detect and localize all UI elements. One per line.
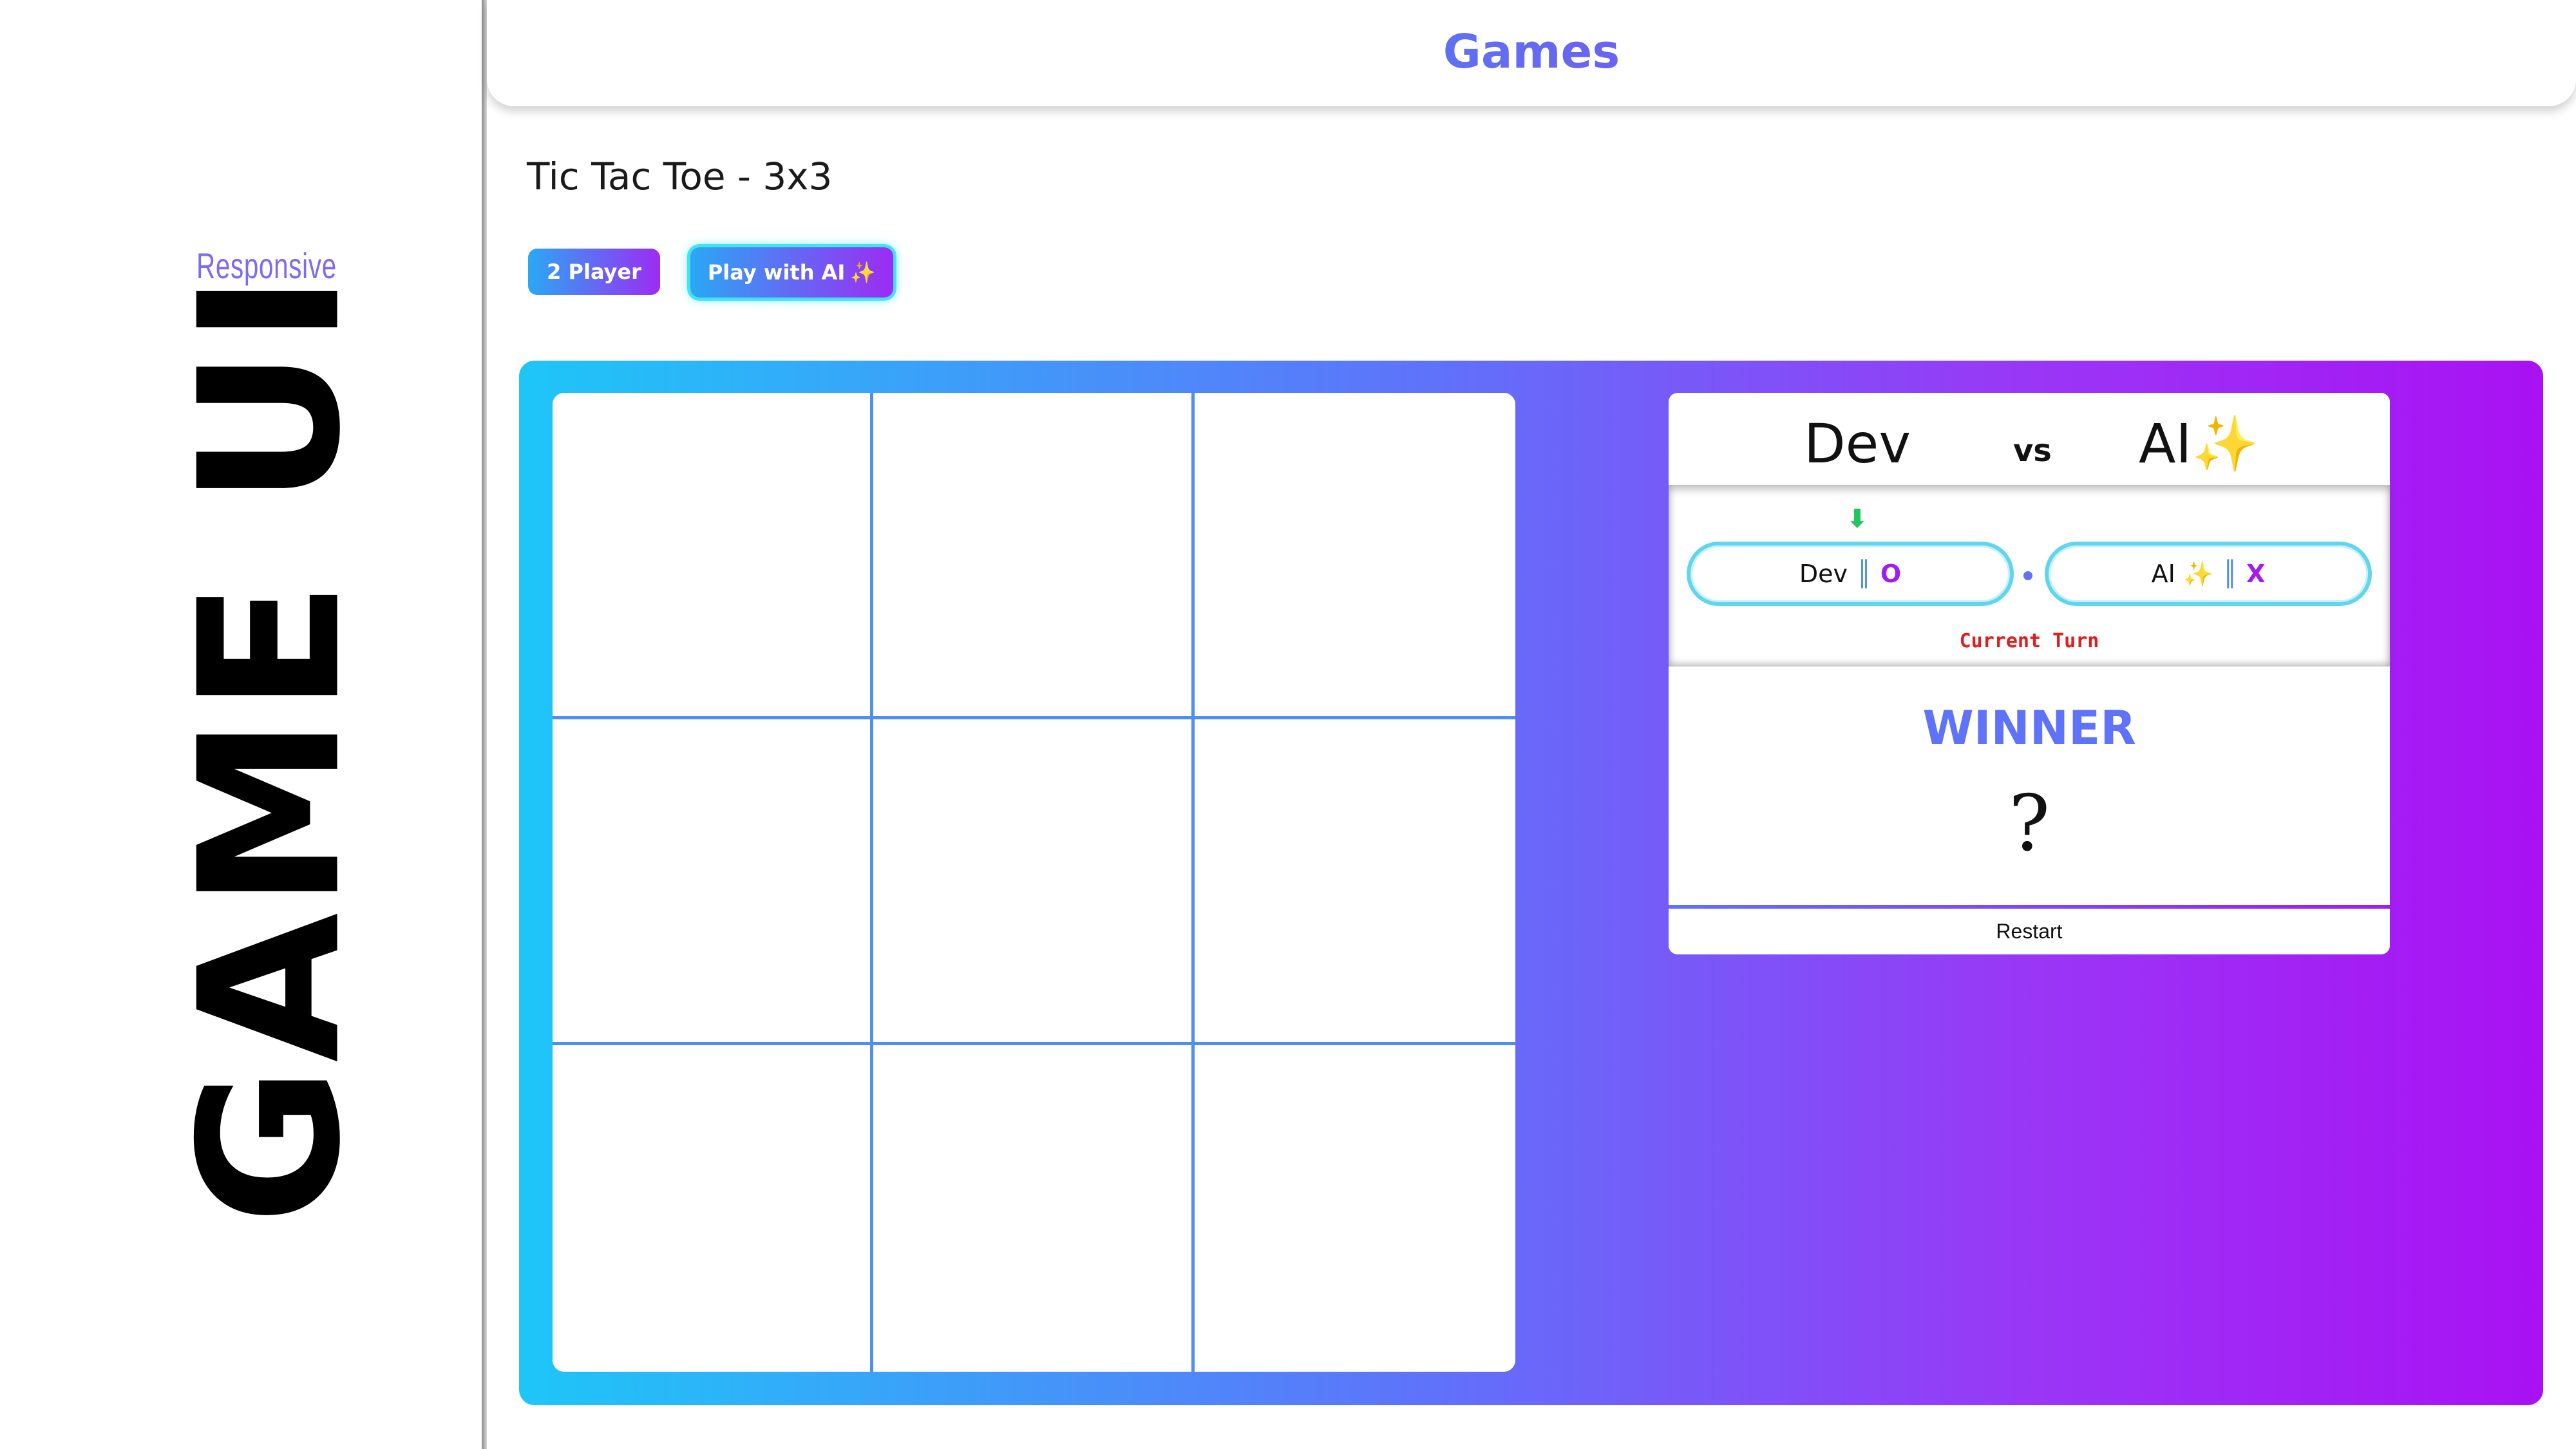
pill-separator: ║ [2222, 560, 2238, 588]
player1-name: Dev [1804, 412, 1911, 475]
two-player-button[interactable]: 2 Player [528, 249, 660, 295]
app-header: Games [487, 0, 2576, 106]
board-cell-2[interactable] [873, 393, 1195, 719]
sparkle-icon: ✨ [2192, 412, 2259, 475]
restart-button[interactable]: Restart [1669, 909, 2390, 954]
turn-indicator: ⬇ Dev ║ O AI ✨ ║ X Current Turn [1669, 485, 2390, 667]
turn-arrow-icon: ⬇ [1846, 504, 1868, 534]
player2-label: AI [2139, 412, 2192, 475]
player2-name: AI✨ [2139, 412, 2259, 476]
page-title: Tic Tac Toe - 3x3 [527, 155, 833, 198]
player2-mark: X [2246, 560, 2266, 588]
board-cell-9[interactable] [1194, 1045, 1515, 1372]
board-cell-8[interactable] [873, 1045, 1195, 1372]
board-cell-3[interactable] [1194, 393, 1515, 719]
two-player-label: 2 Player [547, 260, 641, 284]
promo-title: GAME UI [158, 269, 383, 1225]
player2-pill-name: AI ✨ [2152, 560, 2214, 589]
header-title[interactable]: Games [487, 24, 2576, 79]
play-with-ai-label: Play with AI [707, 260, 846, 285]
player1-mark: O [1880, 560, 1902, 588]
winner-value: ? [2008, 779, 2050, 869]
player1-pill-name: Dev [1799, 560, 1848, 588]
pill-separator: ║ [1856, 560, 1871, 588]
winner-title: WINNER [1922, 701, 2136, 755]
scoreboard-panel: Dev vs AI✨ ⬇ Dev ║ O AI ✨ ║ X Current Tu… [1669, 393, 2390, 954]
promo-divider [482, 0, 487, 1449]
versus-row: Dev vs AI✨ [1669, 393, 2390, 485]
player2-pill-label: AI [2151, 559, 2175, 588]
game-stage: Dev vs AI✨ ⬇ Dev ║ O AI ✨ ║ X Current Tu… [519, 361, 2543, 1405]
sparkle-icon: ✨ [850, 260, 876, 285]
player2-pill[interactable]: AI ✨ ║ X [2045, 542, 2372, 606]
board-cell-7[interactable] [553, 1045, 874, 1372]
dot-separator [2023, 571, 2032, 580]
board-cell-6[interactable] [1194, 719, 1515, 1046]
current-turn-label: Current Turn [1959, 630, 2099, 652]
game-board [553, 393, 1515, 1372]
play-with-ai-button[interactable]: Play with AI ✨ [690, 247, 893, 298]
board-cell-1[interactable] [553, 393, 874, 719]
player1-pill[interactable]: Dev ║ O [1687, 542, 2014, 606]
board-cell-4[interactable] [553, 719, 874, 1046]
promo-panel: Responsive GAME UI [0, 0, 482, 1449]
sparkle-icon: ✨ [2183, 559, 2214, 588]
board-cell-5[interactable] [873, 719, 1195, 1046]
versus-label: vs [2013, 433, 2052, 469]
